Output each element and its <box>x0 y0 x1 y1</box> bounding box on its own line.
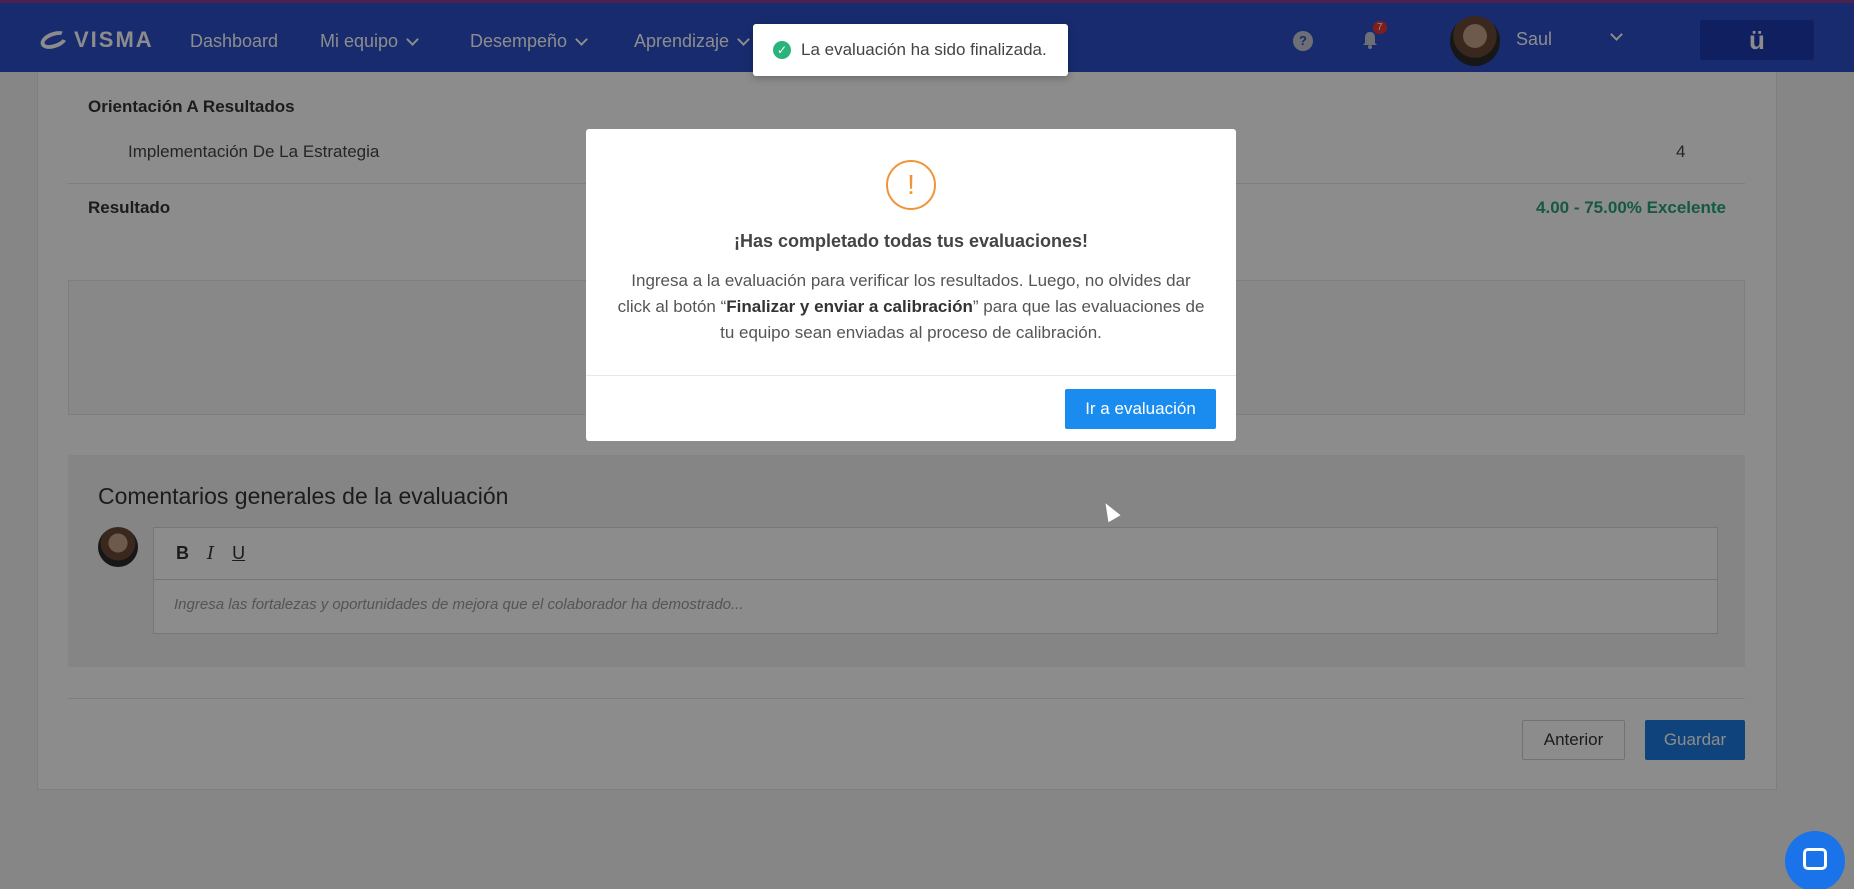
modal-title: ¡Has completado todas tus evaluaciones! <box>733 231 1089 251</box>
toast-message: La evaluación ha sido finalizada. <box>801 40 1047 59</box>
modal-body: Ingresa a la evaluación para verificar l… <box>614 268 1208 346</box>
chat-icon <box>1803 848 1827 870</box>
exclamation-icon: ! <box>886 160 936 210</box>
completion-modal: ! ¡Has completado todas tus evaluaciones… <box>586 129 1236 441</box>
check-circle-icon: ✓ <box>773 41 791 59</box>
go-to-evaluation-button[interactable]: Ir a evaluación <box>1065 389 1216 429</box>
modal-body-bold: Finalizar y enviar a calibración <box>726 297 973 316</box>
chat-launcher-button[interactable] <box>1785 831 1845 889</box>
success-toast: ✓ La evaluación ha sido finalizada. <box>753 24 1068 76</box>
modal-divider <box>586 375 1236 376</box>
